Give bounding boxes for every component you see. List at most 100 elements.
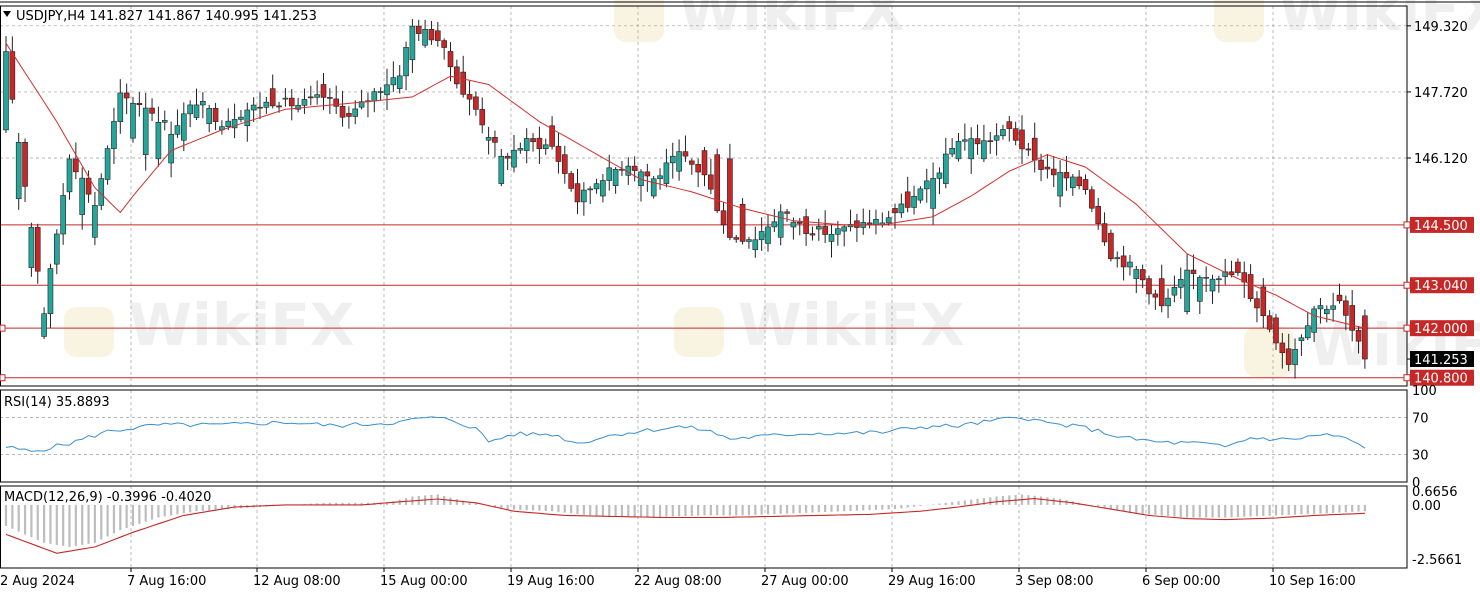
watermark-text: WikiFX <box>128 291 355 359</box>
bullish-candle <box>650 178 657 197</box>
bearish-candle <box>276 105 282 108</box>
bullish-candle <box>111 121 117 149</box>
bullish-candle <box>174 125 181 135</box>
bearish-candle <box>803 216 809 234</box>
bullish-candle <box>517 148 524 151</box>
bearish-candle <box>1336 294 1343 302</box>
level-handle[interactable] <box>1403 281 1411 289</box>
bullish-candle <box>1203 276 1209 279</box>
bearish-candle <box>1146 278 1152 295</box>
level-handle[interactable] <box>1403 221 1411 229</box>
bullish-candle <box>981 140 987 160</box>
level-handle[interactable] <box>1403 324 1411 332</box>
bearish-candle <box>1050 168 1057 176</box>
bullish-candle <box>168 134 174 164</box>
bullish-candle <box>815 226 822 230</box>
bullish-candle <box>377 91 384 93</box>
time-tick-label: 12 Aug 08:00 <box>253 574 341 589</box>
bearish-candle <box>257 106 263 109</box>
bearish-candle <box>504 155 511 159</box>
bullish-candle <box>155 121 162 160</box>
level-handle-left[interactable] <box>0 324 6 332</box>
bearish-candle <box>568 173 574 189</box>
bullish-candle <box>142 107 149 155</box>
bullish-candle <box>1317 305 1324 310</box>
chart-root: WikiFXWikiFXWikiFXWikiFXWikiFX 149.32014… <box>0 0 1480 595</box>
bearish-candle <box>333 98 340 107</box>
rsi-tick-label: 70 <box>1412 412 1429 427</box>
bullish-candle <box>53 233 60 265</box>
bearish-candle <box>1006 121 1013 129</box>
bullish-candle <box>1171 287 1178 296</box>
bearish-candle <box>1120 255 1127 268</box>
bullish-candle <box>66 158 73 193</box>
macd-tick-label: -2.5661 <box>1412 553 1462 568</box>
bullish-candle <box>1292 349 1298 365</box>
watermark-logo <box>674 307 724 357</box>
bullish-candle <box>765 226 771 244</box>
level-handle-left[interactable] <box>0 374 6 382</box>
bullish-candle <box>1127 261 1133 268</box>
bearish-candle <box>688 160 695 165</box>
bullish-candle <box>1070 176 1076 189</box>
bullish-candle <box>244 109 251 127</box>
bearish-candle <box>854 220 860 228</box>
price-tick-label: 146.120 <box>1414 152 1468 167</box>
watermark-text: WikiFX <box>738 291 965 359</box>
bearish-candle <box>644 171 651 177</box>
bullish-candle <box>1324 309 1330 315</box>
level-handle[interactable] <box>1403 374 1411 382</box>
macd-label: MACD(12,26,9) -0.3996 -0.4020 <box>4 490 211 505</box>
bullish-candle <box>1057 172 1063 197</box>
time-tick-label: 10 Sep 16:00 <box>1269 574 1356 589</box>
bullish-candle <box>612 168 619 186</box>
symbol-info-label: USDJPY,H4 141.827 141.867 140.995 141.25… <box>16 9 317 24</box>
rsi-label: RSI(14) 35.8893 <box>4 395 110 410</box>
bearish-candle <box>1260 286 1267 317</box>
bullish-candle <box>1000 129 1006 137</box>
bullish-candle <box>581 189 587 203</box>
bearish-candle <box>123 92 130 99</box>
bullish-candle <box>1184 269 1190 312</box>
bullish-candle <box>542 144 549 149</box>
bearish-candle <box>1108 232 1114 260</box>
bearish-candle <box>1031 137 1038 161</box>
bullish-candle <box>923 180 930 190</box>
bullish-candle <box>1197 277 1203 302</box>
bearish-candle <box>796 221 803 224</box>
bullish-candle <box>746 239 752 242</box>
bullish-candle <box>669 155 676 164</box>
bullish-candle <box>1165 297 1171 307</box>
bearish-candle <box>1038 159 1044 170</box>
bearish-candle <box>555 146 562 162</box>
level-price-label: 143.040 <box>1414 279 1468 294</box>
bullish-candle <box>314 94 320 98</box>
bearish-candle <box>866 222 873 225</box>
bearish-candle <box>1190 269 1197 274</box>
bullish-candle <box>949 148 955 155</box>
bearish-candle <box>1025 148 1032 151</box>
bearish-candle <box>434 30 441 41</box>
bearish-candle <box>149 107 155 114</box>
bullish-candle <box>758 231 765 241</box>
bearish-candle <box>1266 315 1273 330</box>
bearish-candle <box>479 109 486 126</box>
bearish-candle <box>1063 172 1070 179</box>
macd-tick-label: 0.00 <box>1412 499 1441 514</box>
bullish-candle <box>200 100 206 106</box>
bullish-candle <box>835 228 841 235</box>
bearish-candle <box>1082 179 1089 190</box>
bearish-candle <box>1012 128 1019 141</box>
bullish-candle <box>161 120 168 123</box>
bearish-candle <box>1101 223 1108 243</box>
bearish-candle <box>1044 166 1051 170</box>
bullish-candle <box>352 108 359 117</box>
bullish-candle <box>606 167 613 181</box>
bullish-candle <box>206 107 212 125</box>
bearish-candle <box>454 66 460 85</box>
bearish-candle <box>739 203 746 242</box>
bearish-candle <box>1349 305 1355 331</box>
bullish-candle <box>422 28 428 46</box>
bullish-candle <box>403 47 409 77</box>
rsi-tick-label: 100 <box>1412 384 1437 399</box>
